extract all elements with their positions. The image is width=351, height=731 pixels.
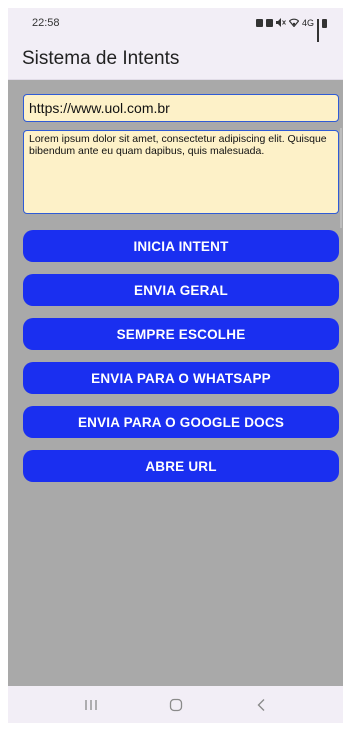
envia-google-docs-button[interactable]: ENVIA PARA O GOOGLE DOCS [23,406,339,438]
message-textarea[interactable]: Lorem ipsum dolor sit amet, consectetur … [23,130,339,214]
mute-icon [275,17,286,29]
abre-url-button[interactable]: ABRE URL [23,450,339,482]
main-content: Lorem ipsum dolor sit amet, consectetur … [8,80,343,482]
app-bar: Sistema de Intents [8,38,343,80]
app-title: Sistema de Intents [22,47,180,69]
signal-icon [317,19,319,42]
inicia-intent-button[interactable]: INICIA INTENT [23,230,339,262]
navigation-bar [8,686,343,723]
home-icon[interactable] [156,690,196,720]
recent-apps-icon[interactable] [71,690,111,720]
url-input[interactable] [23,94,339,122]
scrollbar [340,128,342,228]
wifi-icon [288,18,300,29]
back-icon[interactable] [241,690,281,720]
envia-geral-button[interactable]: ENVIA GERAL [23,274,339,306]
battery-icon [322,18,327,28]
phone-screen: 22:58 4G Sistema de Intents Lorem ipsum … [8,8,343,723]
status-icons: 4G [255,17,327,42]
network-type-label: 4G [301,18,314,28]
notification-icon [255,19,263,27]
status-bar: 22:58 4G [8,8,343,42]
sempre-escolhe-button[interactable]: SEMPRE ESCOLHE [23,318,339,350]
envia-whatsapp-button[interactable]: ENVIA PARA O WHATSAPP [23,362,339,394]
status-time: 22:58 [32,17,60,29]
image-notification-icon [265,19,273,27]
button-list: INICIA INTENT ENVIA GERAL SEMPRE ESCOLHE… [23,230,339,482]
